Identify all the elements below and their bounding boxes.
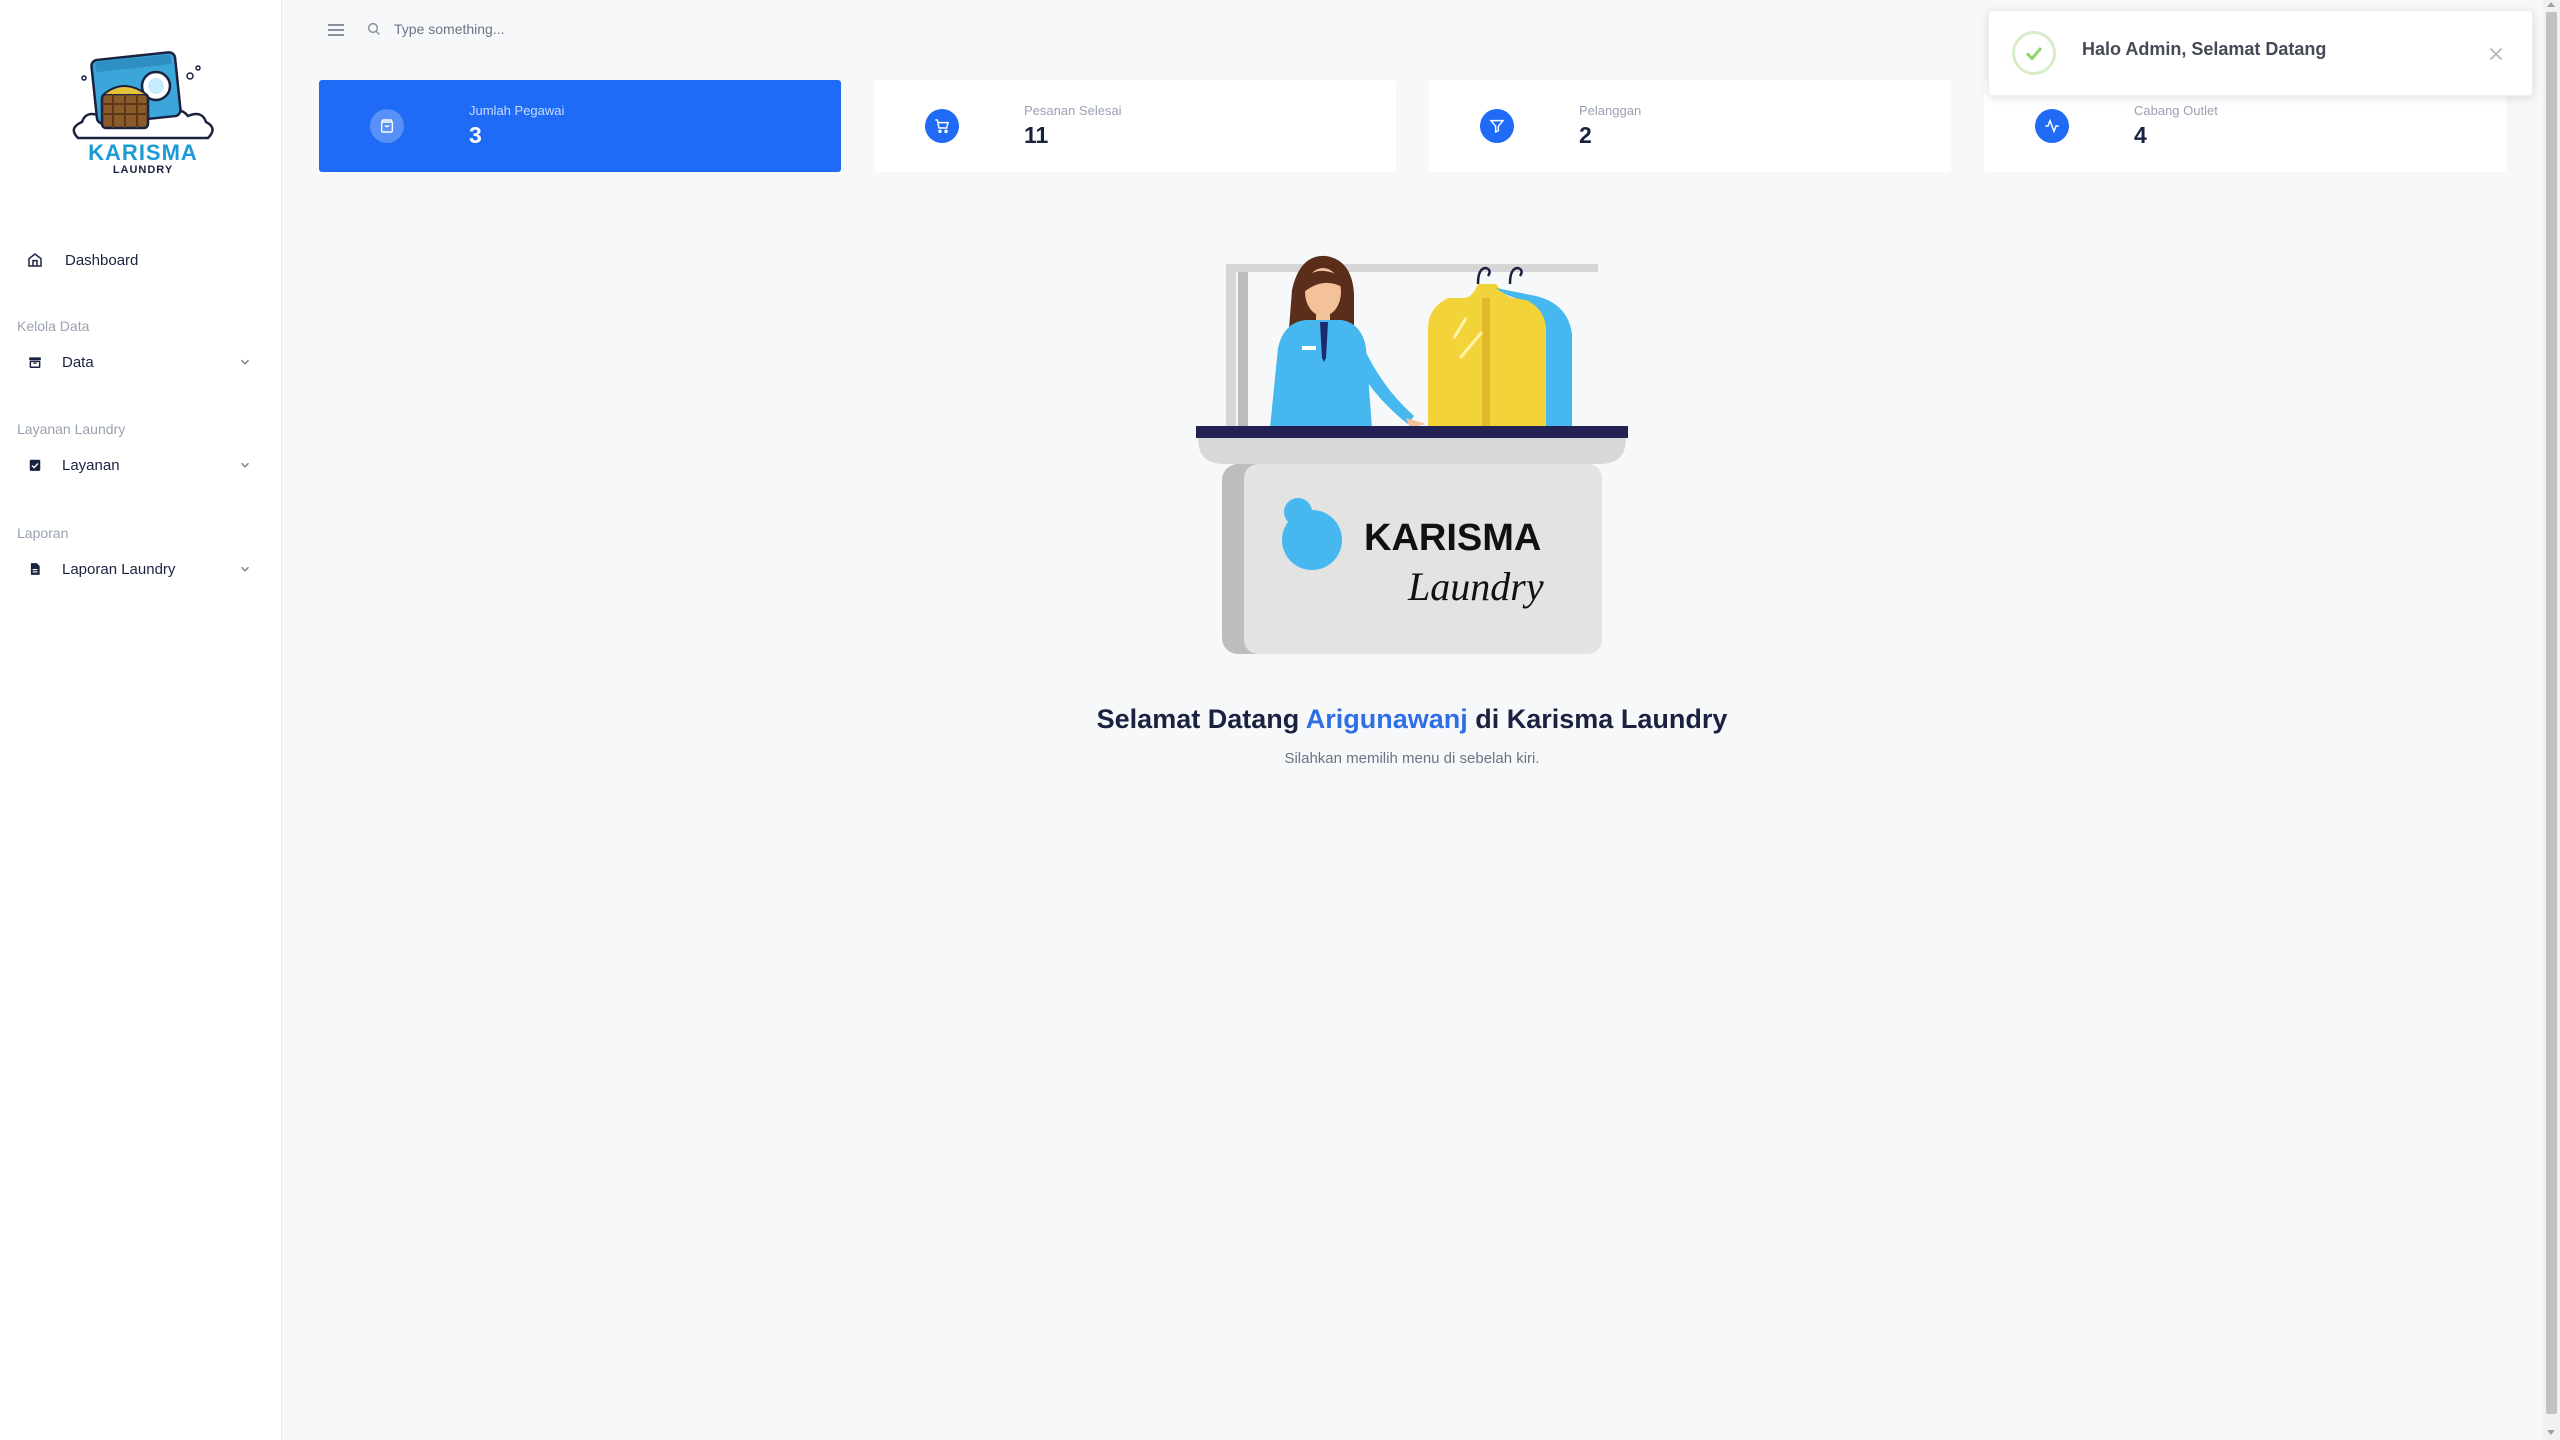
brand-logo[interactable]: KARISMA LAUNDRY: [68, 48, 218, 178]
search-input[interactable]: [394, 21, 834, 37]
scroll-thumb[interactable]: [2546, 12, 2557, 1414]
chevron-down-icon: [240, 359, 250, 365]
vertical-scrollbar[interactable]: [2543, 0, 2560, 1440]
search-icon: [367, 22, 380, 35]
stat-card-pelanggan[interactable]: Pelanggan 2: [1429, 80, 1951, 172]
sidebar-item-laporan-laundry[interactable]: Laporan Laundry: [0, 549, 282, 589]
sidebar-item-layanan[interactable]: Layanan: [0, 445, 282, 485]
welcome-prefix: Selamat Datang: [1096, 704, 1300, 734]
welcome-username: Arigunawanj: [1305, 704, 1468, 734]
welcome-heading: Selamat Datang Arigunawanj di Karisma La…: [282, 704, 2542, 735]
sidebar-item-label: Data: [62, 353, 94, 371]
stat-value: 4: [2134, 122, 2147, 148]
success-check-icon: [2012, 31, 2056, 75]
sidebar-item-data[interactable]: Data: [0, 342, 282, 382]
close-icon[interactable]: [2485, 43, 2507, 65]
sidebar: KARISMA LAUNDRY Dashboard Kelola Data Da…: [0, 0, 282, 1440]
stat-label: Pelanggan: [1579, 103, 1642, 118]
search-bar: [366, 14, 866, 44]
stat-label: Jumlah Pegawai: [469, 103, 565, 118]
brand-sub: LAUNDRY: [112, 164, 174, 176]
stat-card-jumlah-pegawai[interactable]: Jumlah Pegawai 3: [319, 80, 841, 172]
laundry-counter-illustration: KARISMA Laundry: [1196, 248, 1628, 658]
clipboard-icon: [26, 456, 44, 474]
section-title-kelola-data: Kelola Data: [17, 318, 90, 334]
stat-value: 11: [1024, 122, 1049, 148]
illustration-brand-script: Laundry: [1407, 564, 1544, 609]
toast-notification: Halo Admin, Selamat Datang: [1988, 10, 2533, 96]
sidebar-item-label: Dashboard: [65, 251, 139, 269]
welcome-subtitle: Silahkan memilih menu di sebelah kiri.: [1284, 750, 1540, 767]
scroll-down-arrow-icon[interactable]: [2547, 1430, 2555, 1435]
brand-name: KARISMA: [88, 140, 198, 165]
sidebar-item-label: Laporan Laundry: [62, 560, 176, 578]
washing-machine-logo-icon: [72, 51, 214, 140]
illustration-brand-text: KARISMA: [1364, 517, 1541, 559]
cart-icon: [925, 109, 959, 143]
stat-label: Cabang Outlet: [2134, 103, 2218, 118]
activity-icon: [2035, 109, 2069, 143]
filter-icon: [1480, 109, 1514, 143]
stat-label: Pesanan Selesai: [1024, 103, 1122, 118]
toast-message: Halo Admin, Selamat Datang: [2082, 39, 2327, 59]
scroll-up-arrow-icon[interactable]: [2547, 2, 2555, 7]
hamburger-menu-icon[interactable]: [324, 18, 348, 42]
section-title-layanan-laundry: Layanan Laundry: [17, 421, 126, 437]
welcome-suffix: di Karisma Laundry: [1475, 704, 1728, 734]
shopping-bag-icon: [370, 109, 404, 143]
stat-value: 2: [1579, 122, 1592, 148]
section-title-laporan: Laporan: [17, 525, 69, 541]
sidebar-item-label: Layanan: [62, 456, 120, 474]
sidebar-item-dashboard[interactable]: Dashboard: [0, 240, 282, 280]
chevron-down-icon: [240, 566, 250, 572]
stat-value: 3: [469, 122, 482, 148]
home-icon: [26, 251, 44, 269]
stat-card-pesanan-selesai[interactable]: Pesanan Selesai 11: [874, 80, 1396, 172]
chevron-down-icon: [240, 462, 250, 468]
file-icon: [26, 560, 44, 578]
archive-icon: [26, 353, 44, 371]
